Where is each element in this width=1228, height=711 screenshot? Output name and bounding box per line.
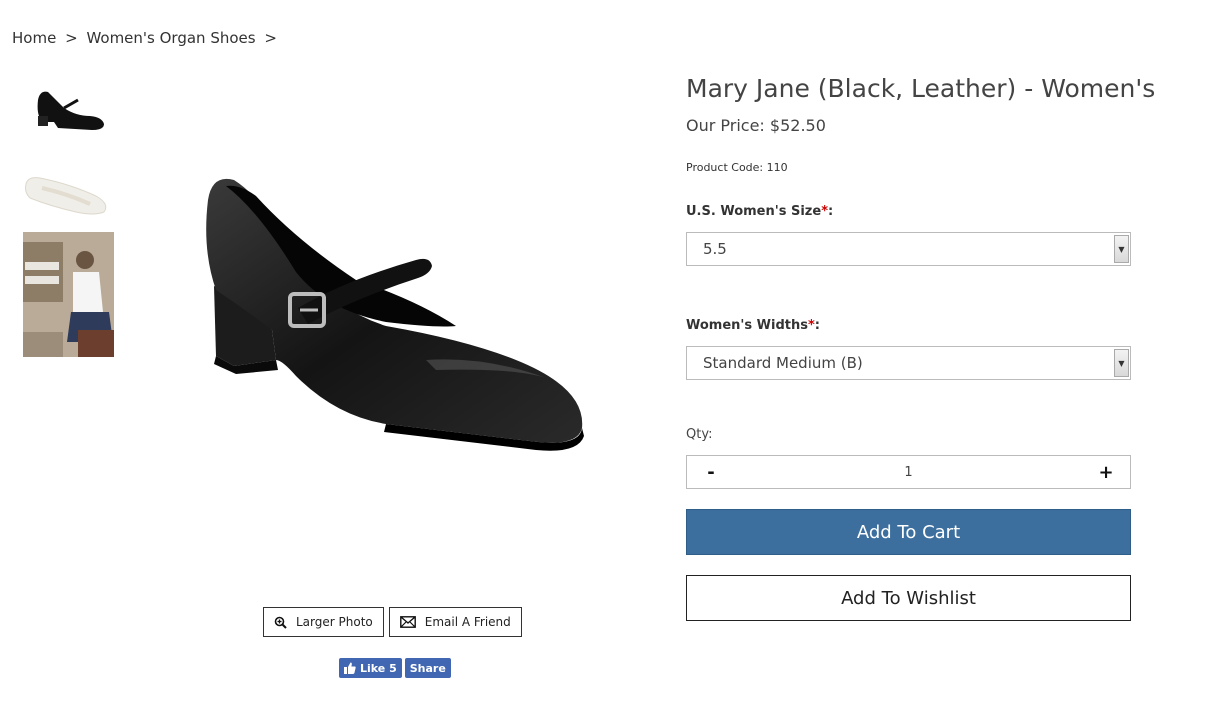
email-friend-button[interactable]: Email A Friend: [388, 607, 522, 637]
larger-photo-button[interactable]: Larger Photo: [263, 607, 384, 637]
width-select[interactable]: Standard Medium (B) ▼: [686, 346, 1131, 380]
width-option-label: Women's Widths*:: [686, 318, 820, 333]
thumbnail-shoe-sole[interactable]: [20, 162, 114, 222]
main-product-image[interactable]: [186, 160, 596, 470]
breadcrumb: Home > Women's Organ Shoes >: [12, 29, 281, 47]
add-to-cart-button[interactable]: Add To Cart: [686, 509, 1131, 555]
email-friend-label: Email A Friend: [424, 615, 511, 629]
image-action-buttons: Larger Photo Email A Friend: [263, 607, 522, 637]
label-colon: :: [828, 204, 834, 219]
social-buttons: Like 5 Share: [339, 658, 451, 678]
width-select-value: Standard Medium (B): [703, 354, 863, 372]
size-select-value: 5.5: [703, 240, 727, 258]
larger-photo-label: Larger Photo: [296, 615, 373, 629]
product-price: Our Price: $52.50: [686, 116, 826, 135]
facebook-share-button[interactable]: Share: [404, 658, 451, 678]
breadcrumb-separator: >: [264, 29, 277, 47]
size-select[interactable]: 5.5 ▼: [686, 232, 1131, 266]
breadcrumb-category-link[interactable]: Women's Organ Shoes: [86, 29, 255, 47]
required-marker: *: [821, 204, 829, 219]
required-marker: *: [807, 318, 815, 333]
quantity-stepper: - 1 +: [686, 455, 1131, 489]
thumbnail-shoe-black[interactable]: [24, 70, 114, 140]
size-label-text: U.S. Women's Size: [686, 204, 822, 219]
quantity-input[interactable]: 1: [735, 465, 1082, 480]
quantity-label: Qty:: [686, 427, 713, 442]
quantity-decrease-button[interactable]: -: [687, 462, 735, 483]
facebook-like-button[interactable]: Like 5: [339, 658, 402, 678]
add-to-wishlist-button[interactable]: Add To Wishlist: [686, 575, 1131, 621]
thumbnail-organist-photo[interactable]: [23, 232, 114, 357]
label-colon: :: [814, 318, 820, 333]
size-option-label: U.S. Women's Size*:: [686, 204, 833, 219]
facebook-share-label: Share: [409, 661, 446, 675]
product-code: Product Code: 110: [686, 161, 788, 174]
breadcrumb-separator: >: [65, 29, 78, 47]
quantity-increase-button[interactable]: +: [1082, 462, 1130, 483]
breadcrumb-home-link[interactable]: Home: [12, 29, 56, 47]
zoom-icon: [274, 616, 287, 629]
thumbs-up-icon: [344, 662, 356, 674]
width-label-text: Women's Widths: [686, 318, 808, 333]
envelope-icon: [399, 616, 416, 628]
chevron-down-icon: ▼: [1114, 235, 1129, 263]
product-title: Mary Jane (Black, Leather) - Women's: [686, 74, 1156, 103]
chevron-down-icon: ▼: [1114, 349, 1129, 377]
facebook-like-label: Like 5: [360, 661, 397, 675]
